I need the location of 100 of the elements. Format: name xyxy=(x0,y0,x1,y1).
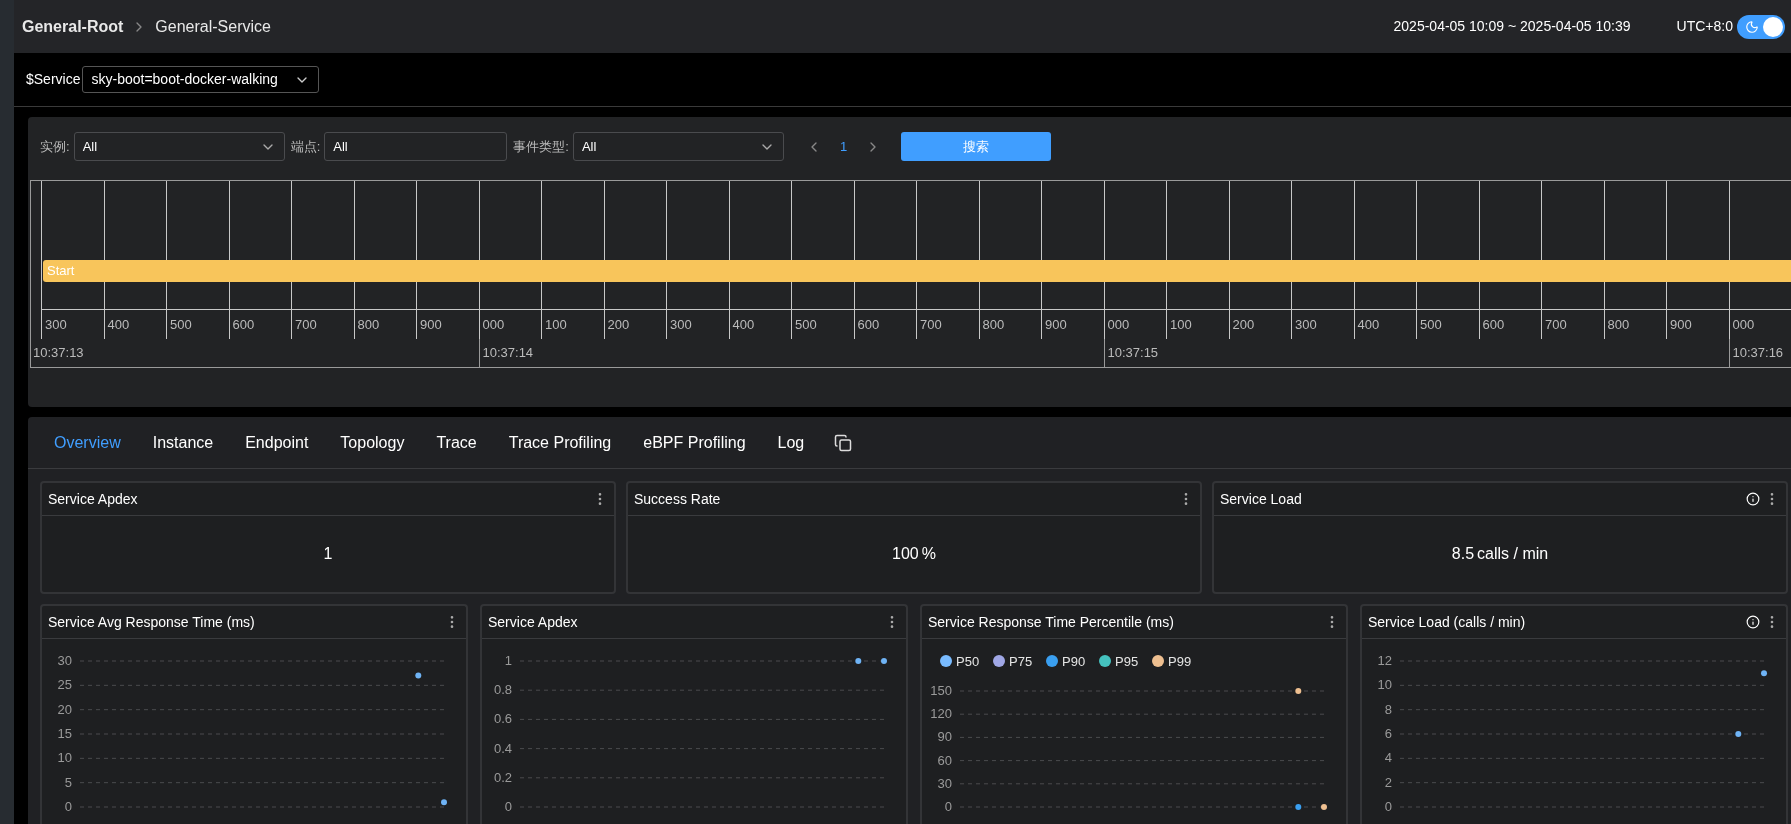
axis-label: 5 xyxy=(64,774,72,790)
tick-label: 800 xyxy=(357,315,380,334)
tick-label: 000 xyxy=(1107,315,1130,334)
toggle-knob xyxy=(1763,16,1783,37)
variable-select[interactable]: sky-boot=boot-docker-walking xyxy=(82,66,319,93)
axis-label: 6 xyxy=(1384,726,1392,741)
legend-item[interactable]: P50 xyxy=(940,654,980,669)
tick-label: 600 xyxy=(232,315,255,334)
info-icon[interactable] xyxy=(1746,615,1760,629)
tick-label: 500 xyxy=(795,315,817,334)
legend-item[interactable]: P75 xyxy=(993,654,1033,669)
tick-label: 400 xyxy=(107,315,130,334)
variable-label: $Service xyxy=(26,70,81,89)
axis-label: 1 xyxy=(504,653,512,668)
card-title: Service Apdex xyxy=(488,612,578,632)
tab[interactable]: Trace Profiling xyxy=(492,430,628,455)
tick-label: 400 xyxy=(1357,315,1380,334)
tick-label: 000 xyxy=(1732,315,1755,334)
tick-label: 700 xyxy=(920,315,942,334)
axis-label: 60 xyxy=(937,752,952,768)
page-number[interactable]: 1 xyxy=(839,136,848,157)
axis-label: 25 xyxy=(57,677,72,693)
tab[interactable]: Overview xyxy=(38,430,137,455)
tick-label: 900 xyxy=(1670,315,1692,334)
filter-label: 端点: xyxy=(290,137,321,156)
card-title: Success Rate xyxy=(634,489,721,509)
time-label: 10:37:15 xyxy=(1107,344,1159,363)
stat-value: 8.5 xyxy=(1451,544,1475,564)
axis-label: 0.6 xyxy=(493,711,512,727)
card-title: Service Load xyxy=(1220,489,1302,509)
filter-input[interactable]: All xyxy=(324,132,508,161)
stat-value: 100 xyxy=(892,544,919,564)
tick-label: 200 xyxy=(607,315,630,334)
tick-label: 000 xyxy=(482,315,505,334)
breadcrumb-link[interactable]: General-Root xyxy=(22,14,124,39)
stat-unit: % xyxy=(921,544,936,564)
tick-label: 500 xyxy=(1420,315,1442,334)
axis-label: 0 xyxy=(944,799,952,814)
time-label: 10:37:16 xyxy=(1732,344,1784,363)
breadcrumb-current: General-Service xyxy=(155,16,271,37)
card-title: Service Response Time Percentile (ms) xyxy=(928,612,1174,632)
tab[interactable]: Log xyxy=(761,430,821,455)
axis-label: 0.8 xyxy=(493,682,512,698)
tick-label: 200 xyxy=(1232,315,1255,334)
axis-label: 8 xyxy=(1384,701,1392,717)
tick-label: 600 xyxy=(857,315,880,334)
tick-label: 100 xyxy=(1170,315,1192,334)
axis-label: 30 xyxy=(57,653,72,668)
tick-label: 700 xyxy=(1545,315,1567,334)
legend-label: P95 xyxy=(1115,654,1139,669)
tick-label: 900 xyxy=(420,315,442,334)
axis-label: 0 xyxy=(504,799,512,814)
tab[interactable]: eBPF Profiling xyxy=(627,430,762,455)
axis-label: 0 xyxy=(1384,799,1392,814)
axis-label: 0 xyxy=(64,799,72,814)
tick-label: 100 xyxy=(545,315,567,334)
tab[interactable]: Topology xyxy=(324,430,421,455)
axis-label: 20 xyxy=(57,701,72,717)
legend-label: P50 xyxy=(956,654,980,669)
axis-label: 90 xyxy=(937,729,952,745)
time-label: 10:37:14 xyxy=(482,344,534,363)
tick-label: 300 xyxy=(45,315,67,334)
theme-toggle[interactable] xyxy=(1737,14,1785,39)
time-label: 10:37:13 xyxy=(33,344,84,363)
tab[interactable]: Instance xyxy=(136,430,230,455)
axis-label: 150 xyxy=(930,683,952,698)
timezone: UTC+8:0 xyxy=(1676,17,1733,36)
card-title: Service Apdex xyxy=(48,489,138,509)
legend-label: P99 xyxy=(1168,654,1192,669)
info-icon[interactable] xyxy=(1746,492,1760,506)
legend-item[interactable]: P99 xyxy=(1152,654,1192,669)
tick-label: 300 xyxy=(1295,315,1317,334)
moon-icon xyxy=(1745,19,1759,34)
legend-label: P90 xyxy=(1062,654,1086,669)
axis-label: 0.4 xyxy=(493,740,512,756)
card-title: Service Load (calls / min) xyxy=(1368,612,1526,632)
axis-label: 15 xyxy=(57,726,72,741)
tick-label: 300 xyxy=(670,315,692,334)
copy-icon[interactable] xyxy=(834,433,853,452)
time-range[interactable]: 2025-04-05 10:09 ~ 2025-04-05 10:39 xyxy=(1393,16,1631,37)
axis-label: 10 xyxy=(1377,677,1392,693)
filter-label: 实例: xyxy=(40,137,70,156)
tick-label: 600 xyxy=(1482,315,1505,334)
tab[interactable]: Trace xyxy=(420,430,493,455)
tick-label: 800 xyxy=(1607,315,1630,334)
legend-item[interactable]: P90 xyxy=(1046,654,1086,669)
tick-label: 900 xyxy=(1045,315,1067,334)
stat-value: 1 xyxy=(323,544,333,564)
tab[interactable]: Endpoint xyxy=(229,430,325,455)
legend-label: P75 xyxy=(1009,654,1033,669)
axis-label: 0.2 xyxy=(493,769,512,785)
axis-label: 2 xyxy=(1384,774,1392,790)
axis-label: 10 xyxy=(57,750,72,766)
axis-label: 120 xyxy=(930,706,952,722)
tick-label: 500 xyxy=(170,315,192,334)
axis-label: 30 xyxy=(937,775,952,791)
filter-select[interactable]: All xyxy=(73,132,285,161)
legend-item[interactable]: P95 xyxy=(1099,654,1139,669)
axis-label: 12 xyxy=(1377,653,1392,668)
filter-select[interactable]: All xyxy=(572,132,784,161)
